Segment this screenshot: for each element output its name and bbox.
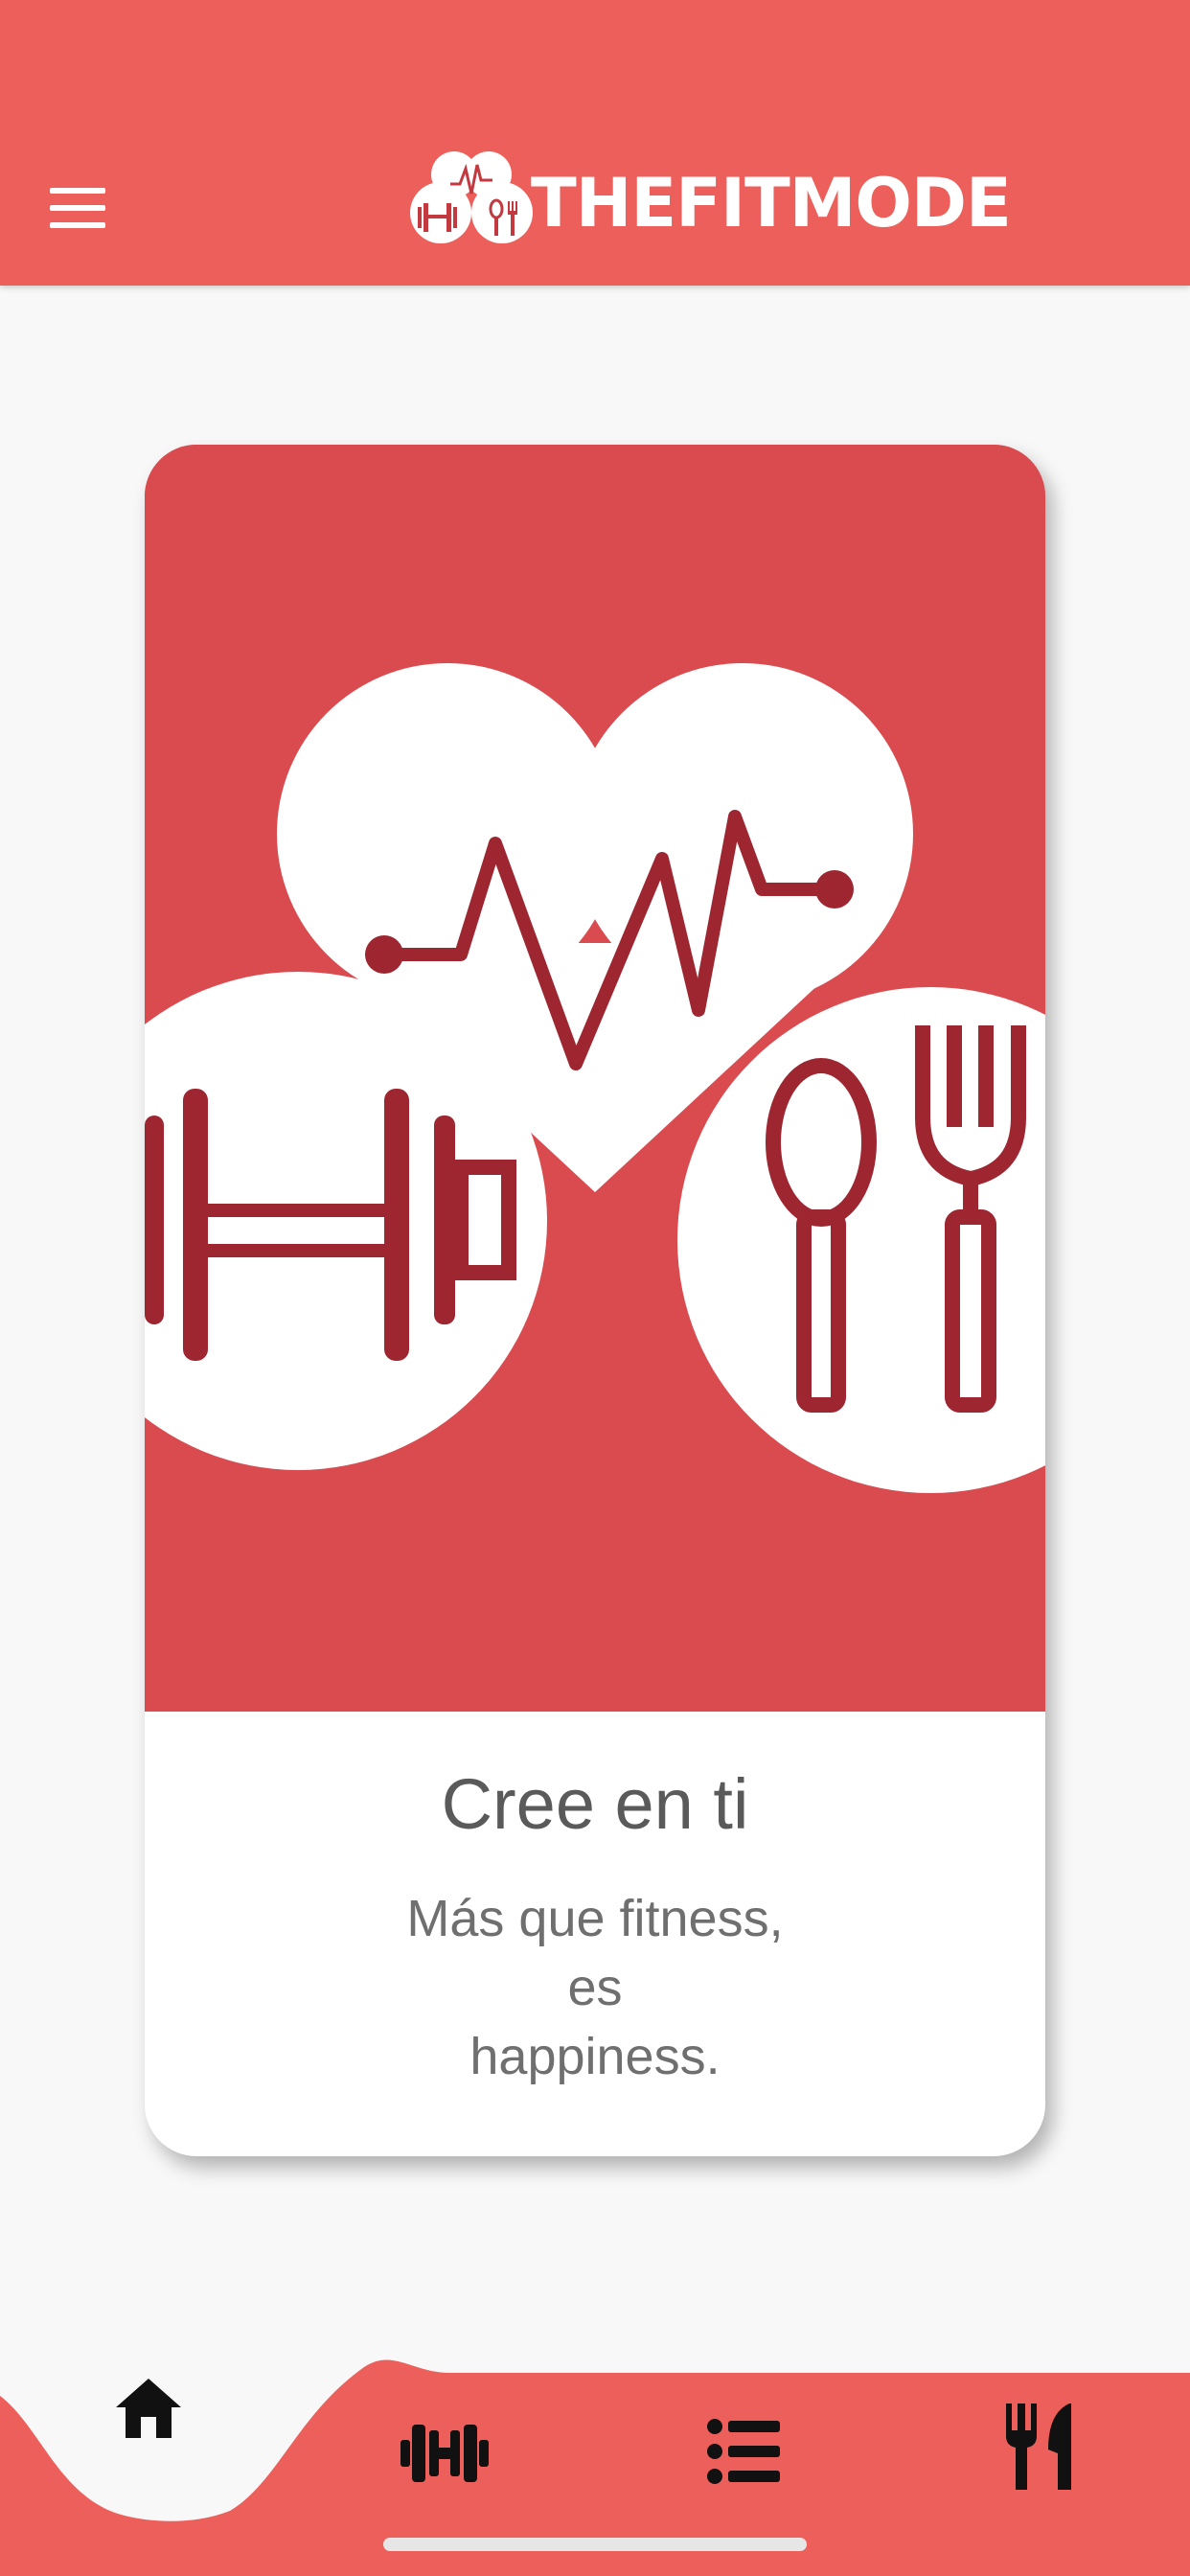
card-subtitle-line: Más que fitness, — [406, 1890, 784, 1947]
list-icon — [707, 2419, 780, 2484]
brand-logo: THEFITMODE — [408, 151, 1012, 247]
dumbbell-icon — [400, 2425, 489, 2482]
card-body: Cree en ti Más que fitness, es happiness… — [145, 1712, 1045, 2156]
card-subtitle-line: es — [567, 1959, 623, 2016]
fitness-illustration — [145, 445, 1045, 1712]
card-subtitle: Más que fitness, es happiness. — [145, 1884, 1045, 2091]
card-subtitle-line: happiness. — [469, 2028, 721, 2085]
utensils-icon — [1006, 2404, 1071, 2490]
brand-name: THEFITMODE — [531, 164, 1012, 242]
brand-logo-icon — [410, 151, 533, 243]
app-screen: THEFITMODE Cree en ti Más que fitness, e… — [0, 0, 1190, 2576]
nav-list[interactable] — [705, 2417, 782, 2486]
home-icon — [116, 2379, 181, 2438]
home-indicator — [383, 2538, 807, 2551]
card-title: Cree en ti — [441, 1764, 749, 1844]
hamburger-menu-icon[interactable] — [50, 188, 105, 228]
app-header: THEFITMODE — [0, 0, 1190, 286]
nav-home[interactable] — [82, 2338, 213, 2469]
motivation-card[interactable]: Cree en ti Más que fitness, es happiness… — [145, 445, 1045, 2156]
card-hero-image — [145, 445, 1045, 1712]
nav-workouts[interactable] — [397, 2415, 492, 2492]
nav-nutrition[interactable] — [1000, 2402, 1077, 2494]
